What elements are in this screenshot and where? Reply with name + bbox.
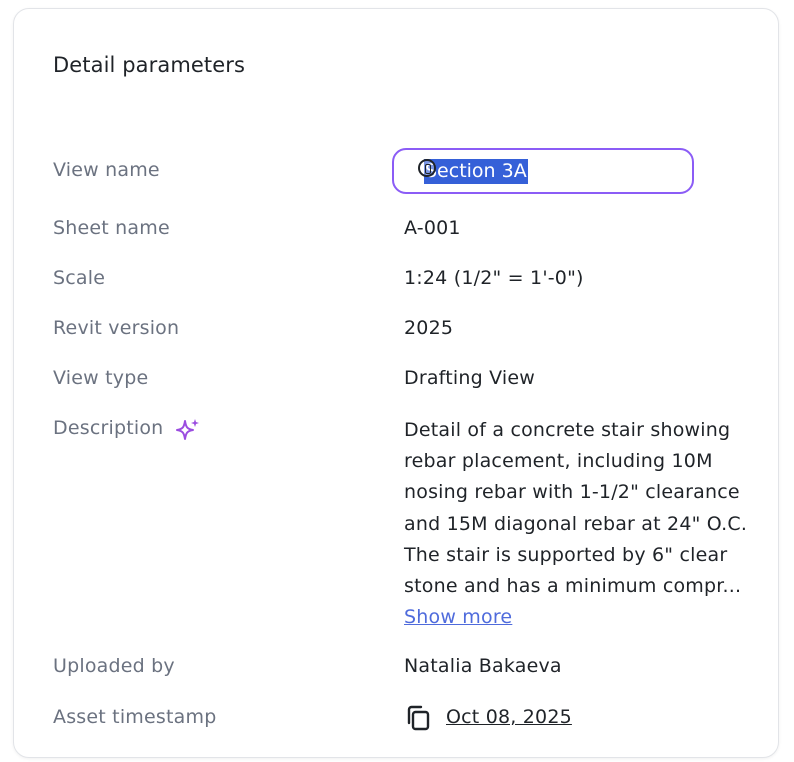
view-type-label: View type xyxy=(53,367,149,389)
view-name-label: View name xyxy=(53,159,160,181)
description-label: Description xyxy=(53,417,164,439)
show-more-link[interactable]: Show more xyxy=(404,606,512,628)
asset-timestamp-value[interactable]: Oct 08, 2025 xyxy=(446,706,572,728)
view-name-input-wrapper[interactable]: Section 3A xyxy=(392,148,694,194)
uploaded-by-value: Natalia Bakaeva xyxy=(404,655,562,677)
revit-version-label: Revit version xyxy=(53,317,180,339)
revit-version-value: 2025 xyxy=(404,317,454,339)
sheet-name-label: Sheet name xyxy=(53,217,170,239)
cursor-icon xyxy=(418,159,436,177)
copy-icon[interactable] xyxy=(404,704,432,732)
scale-value: 1:24 (1/2" = 1'-0") xyxy=(404,267,584,289)
view-type-value: Drafting View xyxy=(404,367,535,389)
panel-title: Detail parameters xyxy=(53,53,246,77)
detail-parameters-card: Detail parameters View name Section 3A S… xyxy=(13,8,779,758)
description-text: Detail of a concrete stair showing rebar… xyxy=(404,419,748,598)
sheet-name-value: A-001 xyxy=(404,217,461,239)
sparkle-icon xyxy=(176,419,199,440)
description-value: Detail of a concrete stair showing rebar… xyxy=(404,415,754,633)
asset-timestamp-label: Asset timestamp xyxy=(53,706,217,728)
scale-label: Scale xyxy=(53,267,106,289)
view-name-input[interactable]: Section 3A xyxy=(424,159,528,184)
uploaded-by-label: Uploaded by xyxy=(53,655,175,677)
